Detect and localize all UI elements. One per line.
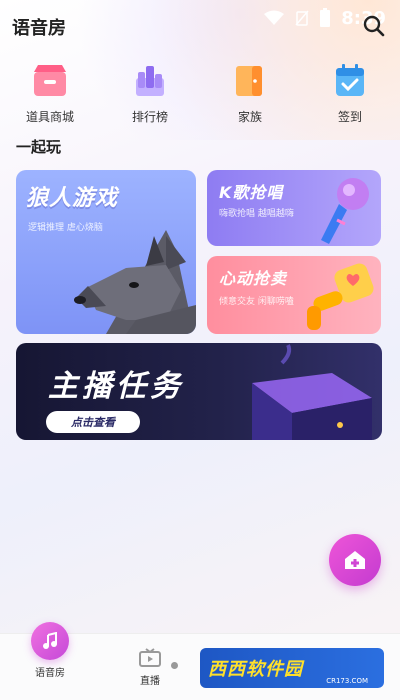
nav-item-voice-room[interactable]: 语音房	[26, 622, 74, 679]
voice-room-nav-bubble	[31, 622, 69, 660]
watermark-logo: 西西软件园 CR173.COM	[200, 648, 384, 688]
nav-dot	[171, 662, 178, 669]
quick-label-ranking: 排行榜	[131, 110, 168, 124]
tv-icon	[139, 648, 161, 667]
quick-item-ranking[interactable]: 排行榜	[110, 62, 190, 125]
microphone-illustration	[321, 178, 369, 244]
ksong-subtitle: 嗨歌抢唱 越唱越嗨	[219, 209, 294, 219]
no-sim-icon	[295, 10, 309, 26]
view-task-button[interactable]: 点击查看	[46, 411, 140, 433]
quick-label-family: 家族	[237, 110, 262, 124]
ksong-card[interactable]: K歌抢唱 嗨歌抢唱 越唱越嗨	[207, 170, 381, 246]
home-plus-icon	[345, 551, 365, 569]
quick-item-family[interactable]: 家族	[210, 62, 290, 125]
checkin-icon	[336, 64, 364, 96]
nav-label-live: 直播	[140, 676, 160, 687]
quick-item-shop[interactable]: 道具商城	[10, 62, 90, 125]
quick-label-shop: 道具商城	[25, 110, 74, 124]
nav-item-live[interactable]: 直播	[130, 648, 170, 687]
werewolf-game-card[interactable]: 狼人游戏 逻辑推理 虐心烧脑	[16, 170, 196, 334]
ksong-title: K歌抢唱	[219, 183, 284, 202]
ranking-icon	[136, 66, 164, 96]
quick-label-checkin: 签到	[337, 110, 362, 124]
heart-title: 心动抢卖	[219, 269, 288, 288]
wifi-icon	[264, 10, 285, 25]
watermark-text: 西西软件园	[208, 659, 303, 680]
anchor-task-banner[interactable]: 主播任务 点击查看	[16, 343, 382, 440]
hammer-illustration	[307, 263, 374, 330]
wolf-illustration	[74, 230, 196, 334]
nav-label-voice-room: 语音房	[35, 668, 65, 679]
box-illustration	[252, 344, 372, 440]
section-title: 一起玩	[16, 138, 62, 156]
quick-menu: 道具商城 排行榜 家族 签到	[0, 62, 400, 125]
music-note-icon	[43, 632, 57, 649]
battery-icon	[320, 8, 331, 27]
heart-card[interactable]: 心动抢卖 倾意交友 闲聊唠嗑	[207, 256, 381, 334]
task-title: 主播任务	[48, 369, 184, 404]
family-icon	[236, 66, 262, 96]
watermark-sub: CR173.COM	[326, 677, 368, 685]
search-icon[interactable]	[362, 14, 386, 38]
quick-item-checkin[interactable]: 签到	[310, 62, 390, 125]
shop-icon	[34, 65, 66, 96]
heart-subtitle: 倾意交友 闲聊唠嗑	[219, 297, 294, 307]
page-title: 语音房	[12, 18, 66, 39]
create-room-button[interactable]	[329, 534, 381, 586]
